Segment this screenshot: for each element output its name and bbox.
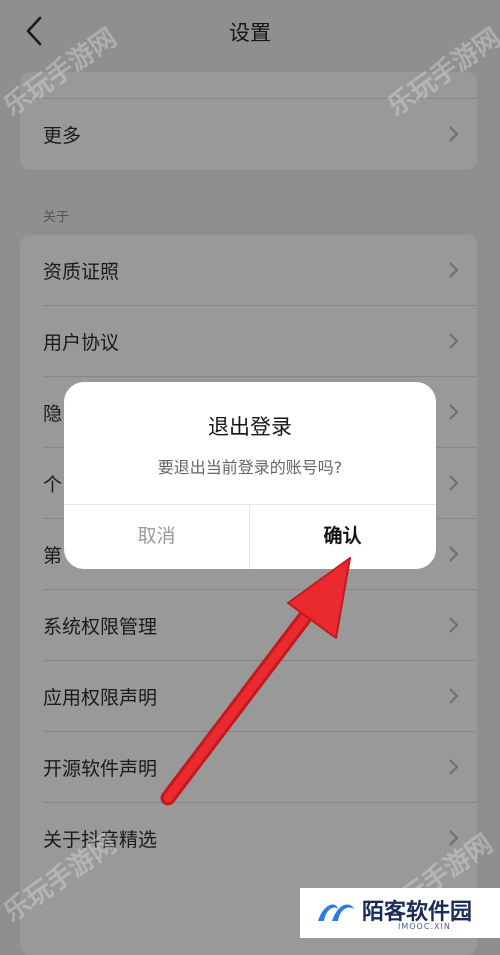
chevron-right-icon	[449, 475, 459, 491]
brand-logo-icon	[318, 904, 354, 921]
section-label-about: 关于	[43, 210, 70, 225]
settings-row-user-agreement[interactable]: 用户协议	[20, 306, 477, 377]
confirm-button[interactable]: 确认	[250, 504, 435, 569]
settings-row-label: 资质证照	[43, 261, 120, 283]
logout-dialog: 退出登录 要退出当前登录的账号吗? 取消 确认	[64, 382, 436, 569]
settings-row-label: 第	[43, 545, 63, 567]
chevron-right-icon	[449, 617, 459, 633]
settings-row-label: 系统权限管理	[43, 616, 158, 638]
settings-row-label: 应用权限声明	[43, 687, 158, 709]
settings-row-app-permissions[interactable]: 应用权限声明	[20, 661, 477, 732]
settings-row-label: 个	[43, 474, 63, 496]
settings-row-label: 更多	[43, 125, 82, 147]
chevron-right-icon	[449, 688, 459, 704]
chevron-right-icon	[449, 126, 459, 142]
brand-domain: IMOOC.XIN	[398, 922, 451, 931]
settings-row-label: 用户协议	[43, 332, 120, 354]
settings-row-qualification[interactable]: 资质证照	[20, 235, 477, 306]
dialog-message: 要退出当前登录的账号吗?	[157, 458, 343, 477]
chevron-right-icon	[449, 546, 459, 562]
settings-row-open-source[interactable]: 开源软件声明	[20, 732, 477, 803]
settings-row-label: 开源软件声明	[43, 758, 158, 780]
dialog-title: 退出登录	[208, 415, 292, 439]
brand-badge: 陌客软件园 IMOOC.XIN	[300, 888, 500, 938]
chevron-right-icon	[449, 333, 459, 349]
cancel-button[interactable]: 取消	[64, 504, 249, 569]
chevron-right-icon	[449, 404, 459, 420]
settings-row-system-permissions[interactable]: 系统权限管理	[20, 590, 477, 661]
settings-row-label: 隐	[43, 403, 63, 425]
chevron-right-icon	[449, 262, 459, 278]
chevron-right-icon	[449, 759, 459, 775]
